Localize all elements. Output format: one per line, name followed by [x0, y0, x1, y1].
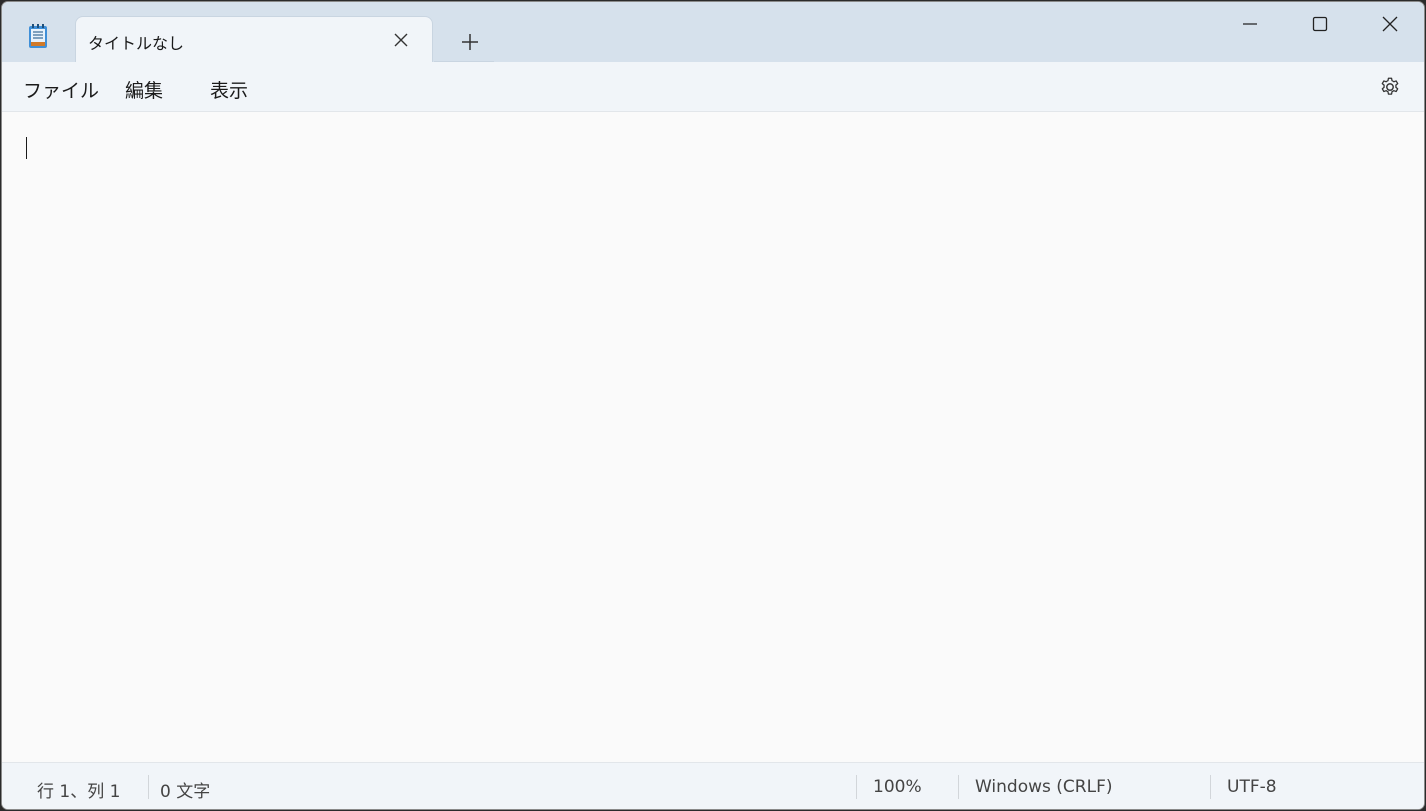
menu-bar: ファイル 編集 表示: [2, 62, 1424, 112]
maximize-icon[interactable]: [1285, 2, 1355, 46]
line-ending[interactable]: Windows (CRLF): [975, 777, 1113, 797]
minimize-icon[interactable]: [1215, 2, 1285, 46]
status-bar: 行 1、列 1 0 文字 100% Windows (CRLF) UTF-8: [2, 762, 1424, 809]
character-count: 0 文字: [160, 782, 211, 802]
title-bar[interactable]: タイトルなし: [2, 2, 1424, 63]
status-divider: [856, 775, 857, 799]
plus-icon[interactable]: [450, 26, 490, 58]
notepad-icon: [26, 22, 50, 50]
status-divider: [148, 775, 149, 799]
tab-title: タイトルなし: [88, 34, 185, 53]
close-icon[interactable]: [390, 29, 412, 51]
text-editor[interactable]: [2, 112, 1424, 762]
tab-untitled[interactable]: タイトルなし: [75, 16, 433, 63]
status-divider: [958, 775, 959, 799]
menu-file[interactable]: ファイル: [23, 76, 99, 103]
text-caret: [26, 137, 27, 159]
cursor-position: 行 1、列 1: [37, 782, 121, 802]
menu-edit[interactable]: 編集: [125, 76, 163, 103]
gear-icon[interactable]: [1377, 74, 1403, 100]
encoding[interactable]: UTF-8: [1227, 777, 1277, 797]
window-close-icon[interactable]: [1355, 2, 1424, 46]
zoom-level[interactable]: 100%: [873, 777, 922, 797]
menu-view[interactable]: 表示: [210, 76, 248, 103]
status-divider: [1210, 775, 1211, 799]
notepad-window: タイトルなし ファイル 編集 表示 行 1、列 1 0 文字 100% Wind…: [1, 1, 1425, 810]
